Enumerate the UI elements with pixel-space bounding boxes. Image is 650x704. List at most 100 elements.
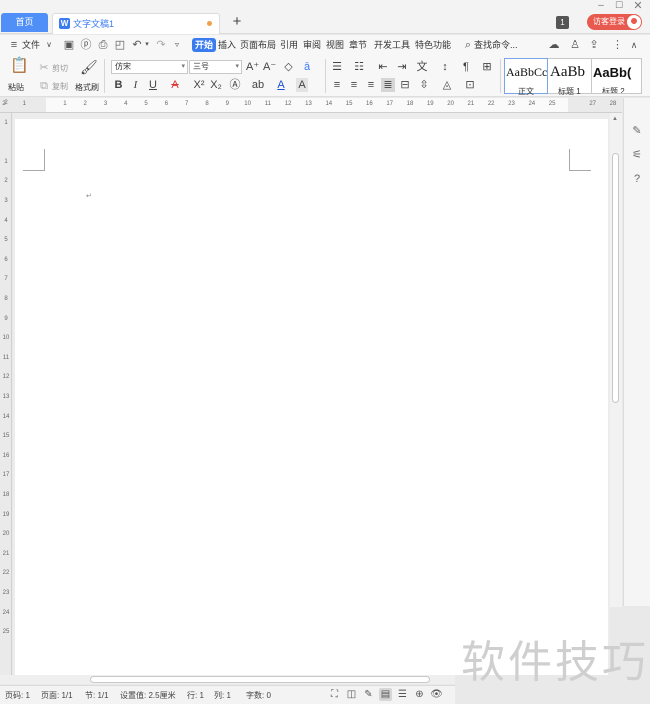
bullet-list-icon[interactable]: ☰ bbox=[330, 60, 344, 74]
hamburger-icon[interactable]: ≡ bbox=[8, 38, 20, 52]
status-word-count[interactable]: 字数: 0 bbox=[246, 690, 271, 701]
show-marks-icon[interactable]: ¶ bbox=[459, 60, 473, 74]
tab-developer[interactable]: 开发工具 bbox=[374, 38, 410, 52]
strikethrough-icon[interactable]: A bbox=[168, 78, 182, 92]
guest-login-button[interactable]: 访客登录 bbox=[587, 14, 642, 30]
tab-references[interactable]: 引用 bbox=[280, 38, 298, 52]
font-color-icon[interactable]: A bbox=[275, 78, 287, 92]
document-page[interactable]: ↵ bbox=[15, 119, 608, 675]
tab-view[interactable]: 视图 bbox=[326, 38, 344, 52]
collapse-ribbon-icon[interactable]: ∧ bbox=[628, 38, 640, 52]
style-normal[interactable]: AaBbCc 正文 bbox=[504, 58, 548, 96]
distribute-icon[interactable]: ⊟ bbox=[398, 78, 412, 92]
tab-section[interactable]: 章节 bbox=[349, 38, 367, 52]
sort-icon[interactable]: ↕ bbox=[438, 60, 452, 74]
highlight-icon[interactable]: ab bbox=[251, 78, 265, 92]
close-button[interactable]: ✕ bbox=[631, 0, 645, 12]
copy-button[interactable]: 复制 bbox=[52, 81, 68, 92]
command-search[interactable]: 查找命令... bbox=[474, 38, 518, 52]
outline-view-icon[interactable]: ☰ bbox=[396, 688, 409, 701]
numbered-list-icon[interactable]: ☷ bbox=[352, 60, 366, 74]
menu-file[interactable]: 文件 bbox=[22, 38, 40, 52]
tab-home[interactable]: 首页 bbox=[1, 13, 48, 32]
text-effect-icon[interactable]: Ⓐ bbox=[228, 78, 242, 92]
share-icon[interactable]: ⇪ bbox=[588, 38, 600, 52]
pen-icon[interactable]: ✎ bbox=[630, 124, 644, 138]
web-view-icon[interactable]: ⊕ bbox=[413, 688, 426, 701]
adjust-icon[interactable]: ⚟ bbox=[630, 148, 644, 162]
decrease-font-icon[interactable]: A⁻ bbox=[263, 60, 276, 74]
read-mode-icon[interactable]: ◫ bbox=[345, 688, 358, 701]
cut-icon[interactable]: ✂ bbox=[38, 61, 50, 75]
status-column[interactable]: 列: 1 bbox=[214, 690, 231, 701]
chevron-down-icon[interactable]: ∨ bbox=[44, 38, 54, 52]
clear-format-icon[interactable]: ◇ bbox=[282, 60, 295, 74]
align-right-icon[interactable]: ≡ bbox=[364, 78, 378, 92]
horizontal-ruler[interactable]: 2 1 1 2 3 4 5 6 7 8 9 10 11 12 13 14 15 16 17 18 19 20 21 22 23 2… bbox=[0, 98, 622, 113]
status-page-number[interactable]: 页码: 1 bbox=[5, 690, 30, 701]
redo-icon[interactable]: ↷ bbox=[155, 38, 167, 52]
font-size-select[interactable]: 三号 ▾ bbox=[189, 60, 242, 74]
italic-icon[interactable]: I bbox=[130, 78, 141, 92]
table-borders-icon[interactable]: ⊞ bbox=[480, 60, 494, 74]
help-icon[interactable]: ? bbox=[630, 172, 644, 186]
print-preview-icon[interactable]: ◰ bbox=[114, 38, 126, 52]
font-name-select[interactable]: 仿宋 ▾ bbox=[111, 60, 188, 74]
style-heading-1[interactable]: AaBb 标题 1 bbox=[548, 58, 592, 96]
increase-font-icon[interactable]: A⁺ bbox=[246, 60, 259, 74]
tab-review[interactable]: 审阅 bbox=[303, 38, 321, 52]
save-icon[interactable]: ▣ bbox=[63, 38, 75, 52]
tab-page-layout[interactable]: 页面布局 bbox=[240, 38, 276, 52]
tab-start[interactable]: 开始 bbox=[192, 38, 217, 52]
tab-insert[interactable]: 插入 bbox=[218, 38, 236, 52]
superscript-icon[interactable]: X² bbox=[192, 78, 206, 92]
increase-indent-icon[interactable]: ⇥ bbox=[395, 60, 409, 74]
print-icon[interactable]: ⎙ bbox=[97, 38, 109, 52]
page-view-icon[interactable]: ▤ bbox=[379, 688, 392, 701]
cut-button[interactable]: 剪切 bbox=[52, 63, 68, 74]
phonetic-guide-icon[interactable]: ā bbox=[300, 60, 314, 74]
vertical-ruler[interactable]: 2 1 1 2 3 4 5 6 7 8 9 10 11 12 13 14 15 16 17 18 19 20 21 22 23 2… bbox=[0, 100, 12, 675]
status-section[interactable]: 节: 1/1 bbox=[85, 690, 109, 701]
underline-icon[interactable]: U bbox=[146, 78, 160, 92]
subscript-icon[interactable]: X₂ bbox=[209, 78, 223, 92]
line-spacing-icon[interactable]: ⇳ bbox=[417, 78, 431, 92]
undo-dropdown-icon[interactable]: ▾ bbox=[143, 38, 151, 52]
more-icon[interactable]: ⋮ bbox=[612, 38, 623, 52]
vertical-scrollbar[interactable]: ▲ bbox=[610, 113, 622, 607]
collaborate-icon[interactable]: ♙ bbox=[569, 38, 581, 52]
status-pages[interactable]: 页面: 1/1 bbox=[41, 690, 73, 701]
borders-icon[interactable]: ⊡ bbox=[463, 78, 477, 92]
chinese-layout-icon[interactable]: 文 bbox=[415, 60, 429, 74]
shading-icon[interactable]: ◬ bbox=[440, 78, 454, 92]
cloud-icon[interactable]: ☁ bbox=[547, 38, 561, 52]
tab-features[interactable]: 特色功能 bbox=[415, 38, 451, 52]
decrease-indent-icon[interactable]: ⇤ bbox=[376, 60, 390, 74]
bold-icon[interactable]: B bbox=[113, 78, 124, 92]
status-row[interactable]: 行: 1 bbox=[187, 690, 204, 701]
format-painter-button[interactable]: 格式刷 bbox=[75, 82, 99, 93]
scroll-up-icon[interactable]: ▲ bbox=[612, 116, 618, 122]
status-setting[interactable]: 设置值: 2.5厘米 bbox=[120, 690, 176, 701]
char-shading-icon[interactable]: A bbox=[296, 78, 308, 92]
copy-icon[interactable]: ⧉ bbox=[38, 79, 50, 93]
eye-protection-icon[interactable]: 👁 bbox=[430, 688, 443, 701]
format-painter-icon[interactable]: 🖌 bbox=[80, 60, 98, 74]
undo-icon[interactable]: ↶ bbox=[131, 38, 143, 52]
maximize-button[interactable]: ☐ bbox=[612, 0, 626, 12]
search-icon[interactable]: ⌕ bbox=[462, 38, 474, 52]
minimize-button[interactable]: – bbox=[594, 0, 608, 12]
align-center-icon[interactable]: ≡ bbox=[347, 78, 361, 92]
tab-document[interactable]: W 文字文稿1 bbox=[52, 13, 220, 34]
align-justify-icon[interactable]: ≣ bbox=[381, 78, 395, 92]
style-heading-2[interactable]: AaBb( 标题 2 bbox=[592, 58, 642, 94]
paste-icon[interactable]: 📋 bbox=[10, 58, 29, 73]
scrollbar-thumb[interactable] bbox=[90, 676, 430, 683]
align-left-icon[interactable]: ≡ bbox=[330, 78, 344, 92]
window-count-badge[interactable]: 1 bbox=[556, 16, 569, 29]
quick-access-dropdown-icon[interactable]: ▿ bbox=[172, 38, 182, 52]
new-tab-button[interactable]: + bbox=[229, 13, 245, 31]
export-pdf-icon[interactable]: ⓟ bbox=[80, 38, 92, 52]
writing-mode-icon[interactable]: ✎ bbox=[362, 688, 375, 701]
paste-button[interactable]: 粘贴 bbox=[8, 82, 24, 93]
